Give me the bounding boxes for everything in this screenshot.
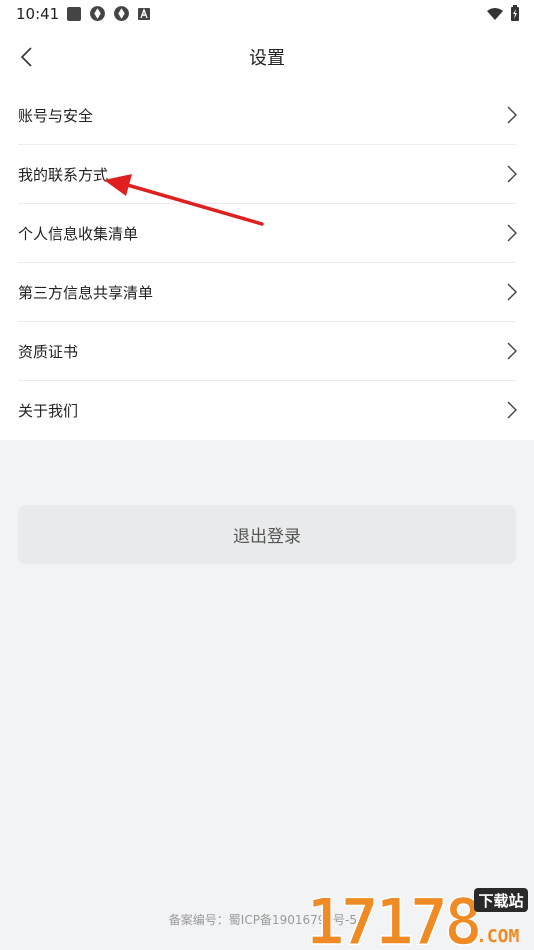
chevron-right-icon	[507, 165, 517, 183]
settings-menu-list: 账号与安全 我的联系方式 个人信息收集清单 第三方信息共享清单 资质证书 关于我…	[0, 86, 534, 440]
status-time: 10:41	[16, 5, 60, 23]
watermark-suffix: .COM	[476, 926, 520, 947]
battery-icon	[511, 5, 519, 21]
app-header: 设置	[0, 28, 534, 86]
page-title: 设置	[249, 48, 285, 69]
menu-item-label: 资质证书	[18, 343, 79, 361]
notification-icons	[66, 5, 151, 22]
chevron-right-icon	[507, 106, 517, 124]
menu-item-label: 关于我们	[18, 402, 79, 420]
menu-item-personal-info-list[interactable]: 个人信息收集清单	[0, 204, 534, 263]
aperture-icon	[90, 6, 105, 21]
menu-item-about-us[interactable]: 关于我们	[0, 381, 534, 440]
watermark-number: 17178	[306, 886, 479, 948]
menu-item-label: 个人信息收集清单	[18, 225, 139, 243]
menu-item-my-contact[interactable]: 我的联系方式	[0, 145, 534, 204]
menu-item-third-party-sharing[interactable]: 第三方信息共享清单	[0, 263, 534, 322]
aperture-icon	[114, 6, 129, 21]
app-square-icon	[67, 6, 81, 21]
watermark-badge: 下载站	[478, 892, 523, 910]
chevron-right-icon	[507, 342, 517, 360]
system-icons	[486, 5, 520, 22]
menu-item-label: 账号与安全	[18, 107, 94, 125]
chevron-right-icon	[507, 283, 517, 301]
chevron-right-icon	[507, 224, 517, 242]
menu-item-account-security[interactable]: 账号与安全	[0, 86, 534, 145]
font-a-icon	[138, 7, 150, 20]
site-watermark-logo: 17178 下载站 .COM	[305, 886, 528, 948]
menu-item-label: 我的联系方式	[18, 166, 109, 184]
wifi-icon	[487, 7, 503, 20]
menu-item-label: 第三方信息共享清单	[18, 284, 154, 302]
logout-button[interactable]: 退出登录	[18, 505, 516, 564]
menu-item-certificates[interactable]: 资质证书	[0, 322, 534, 381]
status-bar: 10:41	[0, 0, 534, 28]
chevron-right-icon	[507, 401, 517, 419]
